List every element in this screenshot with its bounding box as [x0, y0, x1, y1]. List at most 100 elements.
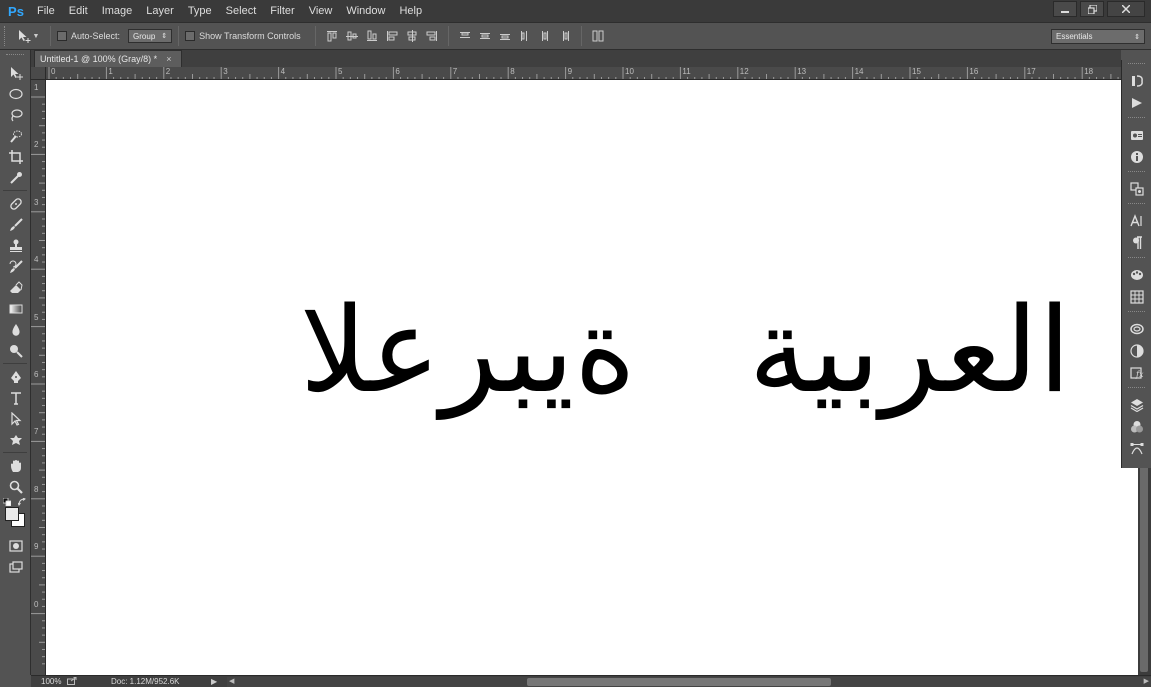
menu-layer[interactable]: Layer — [139, 0, 181, 22]
path-selection-tool[interactable] — [0, 408, 31, 429]
menu-image[interactable]: Image — [95, 0, 140, 22]
paths-icon — [1130, 443, 1144, 455]
layers-panel-button[interactable] — [1122, 394, 1151, 416]
panel-group-grip[interactable] — [1128, 203, 1145, 207]
libraries-panel-button[interactable] — [1122, 318, 1151, 340]
scroll-left-icon[interactable]: ◀ — [229, 677, 234, 685]
auto-select-target-dropdown[interactable]: Group ⇕ — [128, 29, 173, 43]
workspace-switcher[interactable]: Essentials ⇕ — [1051, 29, 1145, 44]
panel-group-grip[interactable] — [1128, 387, 1145, 391]
auto-align-layers-button[interactable] — [588, 27, 608, 45]
distribute-vcenter-button[interactable] — [475, 27, 495, 45]
default-colors-icon[interactable] — [3, 498, 11, 506]
quick-selection-icon — [9, 130, 22, 143]
marquee-tool[interactable] — [0, 83, 31, 104]
type-tool[interactable] — [0, 387, 31, 408]
tool-preset-picker[interactable]: ▼ — [12, 27, 44, 45]
shape-tool[interactable] — [0, 429, 31, 450]
history-brush-tool[interactable] — [0, 256, 31, 277]
document-canvas[interactable]: العربية ةيبرعلا — [46, 80, 1138, 676]
menu-window[interactable]: Window — [339, 0, 392, 22]
screen-mode-button[interactable] — [0, 556, 31, 577]
status-menu-icon[interactable]: ▶ — [211, 677, 223, 686]
menu-view[interactable]: View — [302, 0, 340, 22]
panel-group-grip[interactable] — [1128, 311, 1145, 315]
menu-select[interactable]: Select — [219, 0, 264, 22]
canvas-text-layer[interactable]: العربية ةيبرعلا — [46, 280, 1071, 420]
quick-selection-tool[interactable] — [0, 125, 31, 146]
foreground-color-swatch[interactable] — [5, 507, 19, 521]
clone-source-panel-button[interactable] — [1122, 178, 1151, 200]
quick-mask-button[interactable] — [0, 535, 31, 556]
vertical-ruler[interactable]: 1 2 3 4 5 6 7 8 9 0 — [31, 80, 46, 676]
paragraph-panel-button[interactable] — [1122, 232, 1151, 254]
healing-tool[interactable] — [0, 193, 31, 214]
align-hcenter-button[interactable] — [402, 27, 422, 45]
brush-tool[interactable] — [0, 214, 31, 235]
horizontal-scrollbar[interactable]: ◀ ▶ — [227, 677, 1151, 687]
close-window-button[interactable] — [1107, 1, 1145, 17]
zoom-level[interactable]: 100% — [31, 677, 67, 686]
styles-panel-button[interactable]: fx — [1122, 362, 1151, 384]
scroll-right-icon[interactable]: ▶ — [1144, 677, 1149, 685]
color-panel-button[interactable] — [1122, 264, 1151, 286]
move-tool[interactable] — [0, 62, 31, 83]
paths-panel-button[interactable] — [1122, 438, 1151, 460]
panel-group-grip[interactable] — [1128, 257, 1145, 261]
blur-tool[interactable] — [0, 319, 31, 340]
clone-stamp-tool[interactable] — [0, 235, 31, 256]
actions-panel-button[interactable] — [1122, 92, 1151, 114]
canvas-area[interactable]: العربية ةيبرعلا — [46, 80, 1138, 676]
distribute-top-button[interactable] — [455, 27, 475, 45]
gradient-tool[interactable] — [0, 298, 31, 319]
auto-select-checkbox[interactable] — [57, 31, 67, 41]
horizontal-ruler[interactable]: 0 1 2 3 4 5 6 7 8 9 10 11 12 13 14 15 16 17 18 — [46, 67, 1121, 80]
eraser-tool[interactable] — [0, 277, 31, 298]
pen-tool[interactable] — [0, 366, 31, 387]
align-right-button[interactable] — [422, 27, 442, 45]
distribute-right-button[interactable] — [555, 27, 575, 45]
distribute-bottom-button[interactable] — [495, 27, 515, 45]
character-panel-button[interactable] — [1122, 210, 1151, 232]
menu-help[interactable]: Help — [392, 0, 429, 22]
panel-group-grip[interactable] — [1128, 171, 1145, 175]
menu-file[interactable]: File — [30, 0, 62, 22]
align-top-button[interactable] — [322, 27, 342, 45]
workspace-value: Essentials — [1056, 32, 1093, 41]
minimize-button[interactable] — [1053, 1, 1077, 17]
distribute-hcenter-button[interactable] — [535, 27, 555, 45]
menu-filter[interactable]: Filter — [263, 0, 301, 22]
crop-tool[interactable] — [0, 146, 31, 167]
swap-colors-icon[interactable] — [18, 498, 26, 506]
align-vcenter-button[interactable] — [342, 27, 362, 45]
swatches-panel-button[interactable] — [1122, 286, 1151, 308]
align-left-button[interactable] — [382, 27, 402, 45]
dodge-tool[interactable] — [0, 340, 31, 361]
menu-edit[interactable]: Edit — [62, 0, 95, 22]
ruler-label: 8 — [34, 484, 39, 494]
export-icon[interactable] — [67, 676, 81, 687]
restore-button[interactable] — [1080, 1, 1104, 17]
channels-panel-button[interactable] — [1122, 416, 1151, 438]
tools-grip[interactable] — [6, 54, 24, 58]
adjustments-panel-button[interactable] — [1122, 340, 1151, 362]
info-panel-button[interactable] — [1122, 146, 1151, 168]
options-bar-grip[interactable] — [4, 26, 8, 46]
hand-tool[interactable] — [0, 455, 31, 476]
align-bottom-button[interactable] — [362, 27, 382, 45]
close-document-icon[interactable]: × — [166, 54, 171, 64]
distribute-left-button[interactable] — [515, 27, 535, 45]
properties-panel-button[interactable] — [1122, 124, 1151, 146]
eyedropper-tool[interactable] — [0, 167, 31, 188]
menu-type[interactable]: Type — [181, 0, 219, 22]
panel-group-grip[interactable] — [1128, 63, 1145, 67]
horizontal-scrollbar-thumb[interactable] — [527, 678, 831, 686]
history-panel-button[interactable] — [1122, 70, 1151, 92]
document-tab[interactable]: Untitled-1 @ 100% (Gray/8) * × — [34, 50, 182, 67]
gradient-icon — [9, 304, 22, 313]
ruler-origin[interactable] — [31, 67, 46, 80]
lasso-tool[interactable] — [0, 104, 31, 125]
zoom-tool[interactable] — [0, 476, 31, 497]
panel-group-grip[interactable] — [1128, 117, 1145, 121]
show-transform-checkbox[interactable] — [185, 31, 196, 41]
